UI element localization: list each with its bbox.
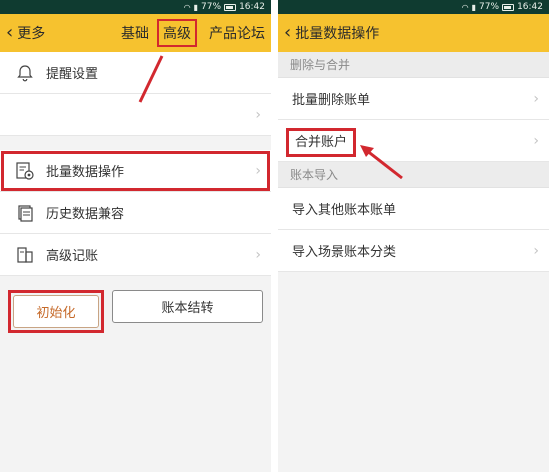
top-nav: ‹ 批量数据操作	[278, 14, 549, 52]
menu-item-batch-data[interactable]: 批量数据操作 ›	[0, 150, 271, 192]
back-button[interactable]: ‹ 更多	[6, 23, 45, 43]
menu-item-label: 高级记账	[46, 249, 99, 264]
status-time: 16:42	[239, 2, 265, 12]
signal-icon: ▮	[471, 2, 477, 12]
ledger-carryover-button[interactable]: 账本结转	[112, 290, 263, 323]
chevron-right-icon: ›	[533, 242, 539, 259]
batch-settings-icon	[14, 160, 36, 182]
battery-percent: 77%	[201, 2, 222, 12]
menu-item-label: 批量数据操作	[46, 165, 125, 180]
chevron-right-icon: ›	[255, 162, 261, 179]
initialize-button[interactable]: 初始化	[13, 295, 99, 328]
bell-icon	[14, 62, 36, 84]
section-header-ledger-import: 账本导入	[278, 162, 549, 188]
ledger-book-icon	[14, 244, 36, 266]
chevron-right-icon: ›	[255, 106, 261, 123]
delete-merge-menu: 批量删除账单 › 合并账户 ›	[278, 78, 549, 162]
status-bar: ◠ ▮ 77% 16:42	[278, 0, 549, 14]
tab-forum[interactable]: 产品论坛	[209, 23, 265, 43]
data-menu: 批量数据操作 › 历史数据兼容 高级记账 ›	[0, 150, 271, 276]
menu-item-label: 导入场景账本分类	[292, 245, 397, 260]
menu-item-label: 合并账户	[286, 128, 533, 157]
settings-menu: 提醒设置 ›	[0, 52, 271, 136]
menu-item-batch-delete[interactable]: 批量删除账单 ›	[278, 78, 549, 120]
merge-accounts-highlight: 合并账户	[286, 128, 357, 157]
menu-item-reminder[interactable]: 提醒设置	[0, 52, 271, 94]
menu-item-label: 历史数据兼容	[46, 207, 125, 222]
tab-advanced[interactable]: 高级	[157, 19, 197, 47]
signal-icon: ▮	[193, 2, 199, 12]
section-gap	[0, 136, 271, 150]
init-button-highlight: 初始化	[8, 290, 104, 333]
chevron-right-icon: ›	[255, 246, 261, 263]
ledger-import-menu: 导入其他账本账单 导入场景账本分类 ›	[278, 188, 549, 272]
section-header-delete-merge: 删除与合并	[278, 52, 549, 78]
menu-item-merge-accounts[interactable]: 合并账户 ›	[278, 120, 549, 162]
chevron-left-icon: ‹	[284, 22, 292, 43]
back-button[interactable]: ‹ 批量数据操作	[284, 23, 379, 43]
battery-percent: 77%	[479, 2, 500, 12]
action-buttons: 初始化 账本结转	[0, 276, 271, 347]
left-screen: ◠ ▮ 77% 16:42 ‹ 更多 基础 高级 产品论坛 提醒设置 › 批量数…	[0, 0, 271, 472]
tab-basic[interactable]: 基础	[121, 23, 149, 43]
menu-item-label: 批量删除账单	[292, 93, 371, 108]
chevron-right-icon: ›	[533, 132, 539, 149]
menu-item-blank[interactable]: ›	[0, 94, 271, 136]
chevron-left-icon: ‹	[6, 22, 14, 43]
battery-icon	[502, 3, 515, 11]
menu-item-advanced-ledger[interactable]: 高级记账 ›	[0, 234, 271, 276]
wifi-icon: ◠	[183, 2, 191, 12]
chevron-right-icon: ›	[533, 90, 539, 107]
page-title: 批量数据操作	[295, 26, 380, 42]
document-stack-icon	[14, 202, 36, 224]
battery-icon	[224, 3, 237, 11]
menu-item-history-compat[interactable]: 历史数据兼容	[0, 192, 271, 234]
menu-item-label: 提醒设置	[46, 67, 99, 82]
top-nav: ‹ 更多 基础 高级 产品论坛	[0, 14, 271, 52]
menu-item-import-other[interactable]: 导入其他账本账单	[278, 188, 549, 230]
status-time: 16:42	[517, 2, 543, 12]
menu-item-label: 导入其他账本账单	[292, 203, 397, 218]
wifi-icon: ◠	[461, 2, 469, 12]
status-bar: ◠ ▮ 77% 16:42	[0, 0, 271, 14]
menu-item-import-scene[interactable]: 导入场景账本分类 ›	[278, 230, 549, 272]
right-screen: ◠ ▮ 77% 16:42 ‹ 批量数据操作 删除与合并 批量删除账单 › 合并…	[278, 0, 549, 472]
back-label: 更多	[17, 26, 46, 42]
